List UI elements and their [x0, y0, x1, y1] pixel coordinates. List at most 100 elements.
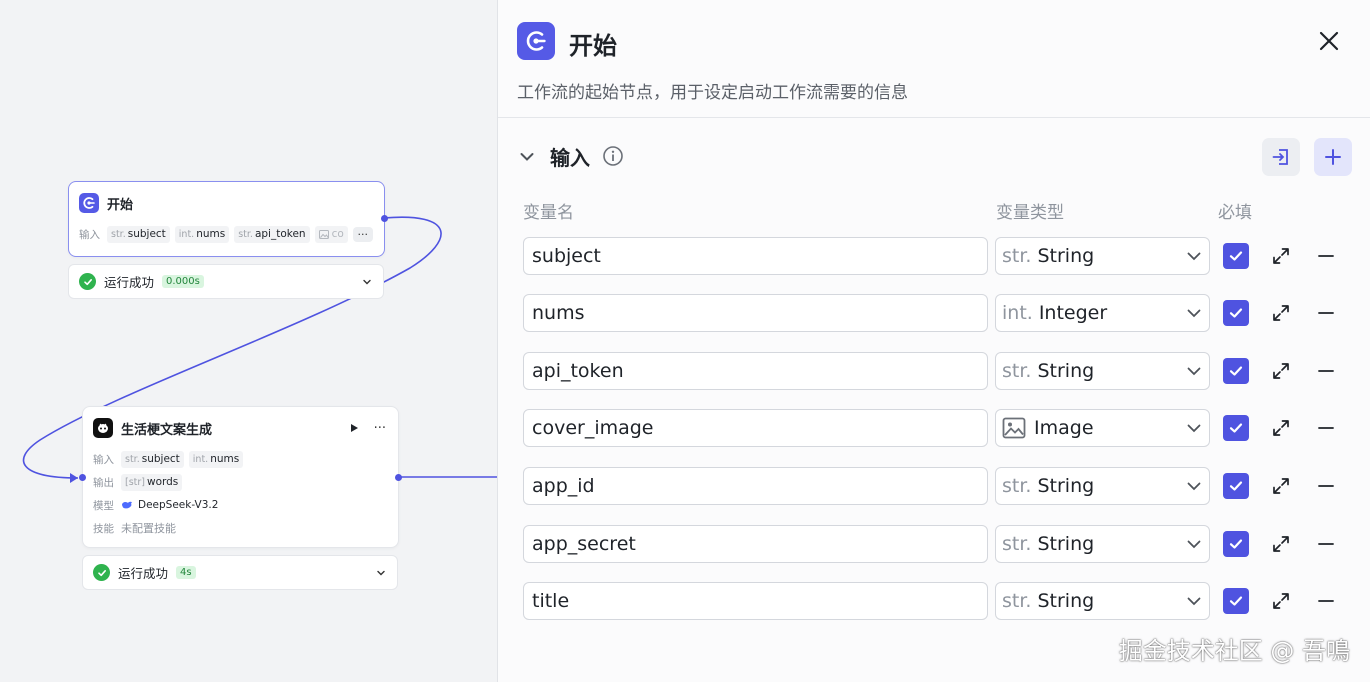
llm-output-label: 输出 [93, 476, 114, 489]
start-input-tag: co [314, 225, 348, 243]
remove-icon[interactable] [1316, 534, 1336, 554]
workflow-canvas[interactable]: 开始 输入 str. subject int. nums str. api_token… [0, 0, 497, 682]
llm-output-tag: [str] words [121, 473, 183, 491]
type-prefix: str. [1002, 533, 1032, 555]
play-icon[interactable] [348, 422, 360, 434]
start-node[interactable]: 开始 输入 str. subject int. nums str. api_token… [68, 181, 388, 257]
variable-type-select[interactable]: str. String [995, 237, 1210, 275]
llm-node[interactable]: 生活梗文案生成 ··· 输入 str. subject int. nums 输出 [… [79, 406, 402, 548]
chevron-down-icon[interactable] [361, 276, 373, 288]
import-button[interactable] [1262, 138, 1300, 176]
remove-icon[interactable] [1316, 246, 1336, 266]
variable-type-select[interactable]: str. String [995, 467, 1210, 505]
variable-type-select[interactable]: str. String [995, 525, 1210, 563]
add-variable-button[interactable] [1314, 138, 1352, 176]
status-text: 运行成功 [118, 566, 169, 581]
variable-row: app_secret str. String [523, 525, 1363, 563]
variable-name-input[interactable]: app_id [523, 467, 988, 505]
expand-icon[interactable] [1271, 418, 1291, 438]
run-time-badge: 4s [176, 566, 196, 579]
variable-name-input[interactable]: subject [523, 237, 988, 275]
type-value: Integer [1038, 302, 1108, 324]
expand-icon[interactable] [1271, 476, 1291, 496]
col-header-type: 变量类型 [996, 203, 1064, 223]
chevron-down-icon [1187, 482, 1201, 491]
expand-icon[interactable] [1271, 534, 1291, 554]
remove-icon[interactable] [1316, 418, 1336, 438]
check-icon [1229, 481, 1243, 491]
start-config-panel: 开始 工作流的起始节点，用于设定启动工作流需要的信息 输入 变量名 变量类型 必… [497, 0, 1370, 682]
remove-icon[interactable] [1316, 476, 1336, 496]
required-checkbox[interactable] [1223, 531, 1249, 557]
chevron-down-icon [1187, 252, 1201, 261]
required-checkbox[interactable] [1223, 358, 1249, 384]
type-value: String [1037, 475, 1095, 497]
variable-name-input[interactable]: app_secret [523, 525, 988, 563]
status-text: 运行成功 [104, 275, 155, 290]
llm-input-tag: int. nums [188, 450, 244, 468]
check-icon [1229, 423, 1243, 433]
remove-icon[interactable] [1316, 361, 1336, 381]
panel-title: 开始 [569, 32, 617, 60]
chevron-down-icon[interactable] [375, 567, 387, 579]
variable-type-select[interactable]: str. String [995, 352, 1210, 390]
expand-icon[interactable] [1271, 246, 1291, 266]
import-icon [1272, 149, 1288, 165]
start-node-icon [517, 22, 555, 60]
llm-node-title: 生活梗文案生成 [121, 422, 213, 438]
success-icon [79, 273, 96, 290]
variable-name-input[interactable]: nums [523, 294, 988, 332]
remove-icon[interactable] [1316, 303, 1336, 323]
required-checkbox[interactable] [1223, 243, 1249, 269]
start-node-icon [79, 193, 99, 213]
llm-node-output-port[interactable] [395, 474, 402, 481]
chevron-down-icon[interactable] [518, 148, 536, 166]
check-icon [1229, 596, 1243, 606]
expand-icon[interactable] [1271, 303, 1291, 323]
variable-name-input[interactable]: title [523, 582, 988, 620]
llm-skill-value: 未配置技能 [121, 522, 176, 535]
robot-icon [93, 418, 113, 438]
variable-type-select[interactable]: Image [995, 409, 1210, 447]
type-prefix: int. [1002, 302, 1033, 324]
info-icon[interactable] [602, 145, 624, 167]
expand-icon[interactable] [1271, 591, 1291, 611]
llm-node-status[interactable]: 运行成功 4s [82, 555, 398, 590]
success-icon [93, 564, 110, 581]
close-icon[interactable] [1316, 28, 1342, 54]
panel-description: 工作流的起始节点，用于设定启动工作流需要的信息 [517, 83, 908, 103]
variable-type-select[interactable]: str. String [995, 582, 1210, 620]
start-node-status[interactable]: 运行成功 0.000s [68, 264, 384, 299]
required-checkbox[interactable] [1223, 415, 1249, 441]
variable-row: subject str. String [523, 237, 1363, 275]
variable-row: api_token str. String [523, 352, 1363, 390]
start-node-more-button[interactable]: ··· [352, 226, 373, 242]
expand-icon[interactable] [1271, 361, 1291, 381]
llm-input-tag: str. subject [121, 450, 184, 468]
required-checkbox[interactable] [1223, 473, 1249, 499]
llm-node-input-port[interactable] [79, 474, 86, 481]
check-icon [1229, 366, 1243, 376]
type-value: Image [1034, 417, 1094, 439]
chevron-down-icon [1187, 424, 1201, 433]
variable-type-select[interactable]: int. Integer [995, 294, 1210, 332]
remove-icon[interactable] [1316, 591, 1336, 611]
panel-divider [498, 117, 1370, 118]
type-prefix: str. [1002, 590, 1032, 612]
start-node-output-port[interactable] [381, 215, 388, 222]
col-header-name: 变量名 [523, 203, 574, 223]
run-time-badge: 0.000s [162, 275, 204, 288]
llm-node-more-button[interactable]: ··· [374, 421, 386, 436]
type-value: String [1037, 245, 1095, 267]
check-icon [1229, 308, 1243, 318]
type-value: String [1037, 360, 1095, 382]
llm-model-value: DeepSeek-V3.2 [138, 499, 219, 511]
required-checkbox[interactable] [1223, 300, 1249, 326]
check-icon [1229, 251, 1243, 261]
section-title: 输入 [550, 146, 590, 170]
required-checkbox[interactable] [1223, 588, 1249, 614]
variable-name-input[interactable]: cover_image [523, 409, 988, 447]
variable-name-input[interactable]: api_token [523, 352, 988, 390]
variable-row: app_id str. String [523, 467, 1363, 505]
variable-row: title str. String [523, 582, 1363, 620]
